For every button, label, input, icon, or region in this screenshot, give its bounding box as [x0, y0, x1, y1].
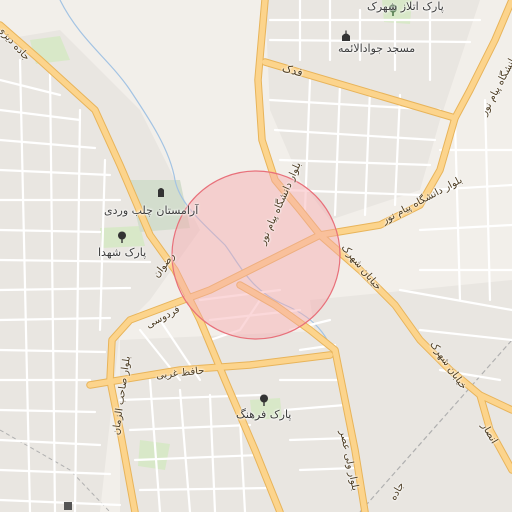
cemetery-icon[interactable] — [155, 186, 169, 200]
map-view[interactable]: پارک اتلاز شهرک مسجد جوادالائمه فدک بلوا… — [0, 0, 512, 512]
label-park-shohada: پارک شهدا — [98, 246, 147, 259]
label-cemetery: آرامستان چلب وردی — [104, 204, 199, 217]
park-icon[interactable] — [258, 394, 272, 408]
label-mosque: مسجد جوادالائمه — [338, 42, 416, 55]
place-icon[interactable] — [62, 500, 76, 512]
park-icon[interactable] — [116, 231, 130, 245]
search-radius-circle — [171, 170, 341, 340]
label-park-farhang: پارک فرهنگ — [236, 408, 292, 421]
label-park-atlas: پارک اتلاز شهرک — [367, 0, 444, 13]
map-canvas — [0, 0, 512, 512]
